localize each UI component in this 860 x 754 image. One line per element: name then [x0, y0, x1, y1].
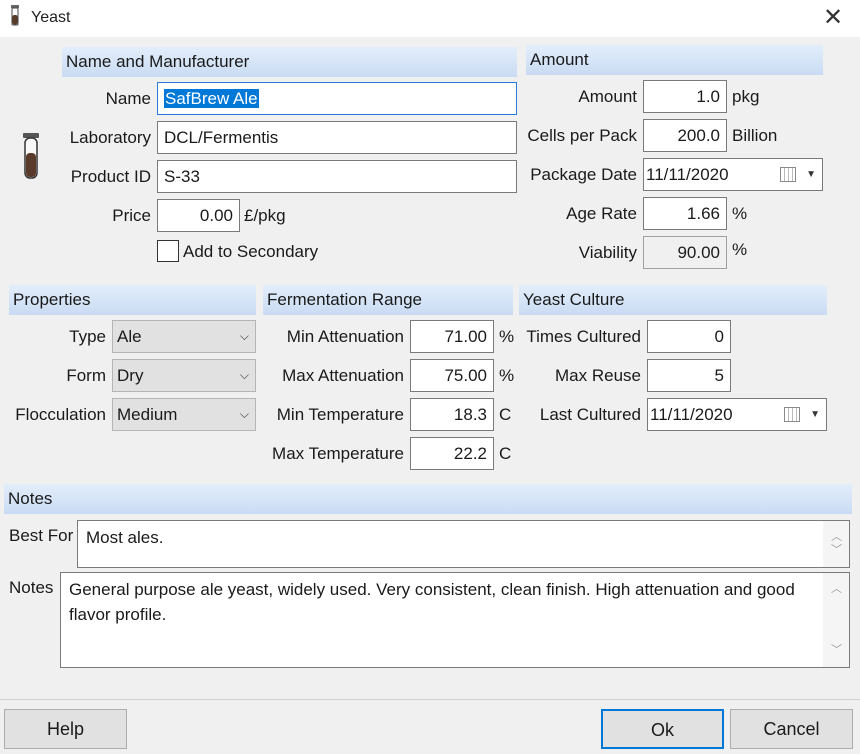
- best-for-value: Most ales.: [86, 528, 164, 547]
- window-title: Yeast: [31, 9, 71, 26]
- notes-label: Notes: [9, 578, 54, 597]
- cells-per-pack-label: Cells per Pack: [527, 126, 637, 145]
- name-label: Name: [105, 89, 151, 108]
- chevron-down-icon[interactable]: ▼: [810, 399, 820, 430]
- calendar-icon[interactable]: [784, 407, 800, 422]
- help-button[interactable]: Help: [4, 709, 127, 749]
- last-cultured-date-picker[interactable]: 11/11/2020 ▼: [647, 398, 827, 431]
- age-rate-input[interactable]: 1.66: [643, 197, 727, 230]
- chevron-up-icon[interactable]: ︿: [831, 577, 842, 602]
- cells-unit: Billion: [732, 126, 778, 145]
- product-id-input[interactable]: S-33: [157, 160, 517, 193]
- best-for-textarea[interactable]: Most ales. ︿ ﹀: [77, 520, 850, 568]
- scrollbar[interactable]: ︿ ﹀: [823, 521, 849, 567]
- age-rate-unit: %: [732, 204, 748, 223]
- price-label: Price: [112, 206, 151, 225]
- package-date-value: 11/11/2020: [646, 165, 729, 184]
- test-tube-icon: [23, 133, 39, 179]
- amount-input[interactable]: 1.0: [643, 80, 727, 113]
- notes-section-header: Notes: [4, 484, 852, 514]
- amount-unit: pkg: [732, 87, 760, 106]
- chevron-down-icon[interactable]: ▼: [806, 159, 816, 190]
- last-cultured-value: 11/11/2020: [650, 405, 733, 424]
- price-input[interactable]: 0.00: [157, 199, 240, 232]
- min-temperature-unit: C: [499, 405, 512, 424]
- best-for-label: Best For: [9, 526, 74, 545]
- max-attenuation-unit: %: [499, 366, 515, 385]
- properties-section-header: Properties: [9, 285, 256, 315]
- type-select[interactable]: Ale ⌵: [112, 320, 256, 353]
- fermentation-section-header: Fermentation Range: [263, 285, 513, 315]
- min-attenuation-label: Min Attenuation: [286, 327, 404, 346]
- form-label: Form: [66, 366, 106, 385]
- flocculation-value: Medium: [117, 405, 178, 424]
- chevron-down-icon: ⌵: [239, 368, 249, 382]
- times-cultured-label: Times Cultured: [526, 327, 641, 346]
- amount-label: Amount: [578, 87, 637, 106]
- chevron-down-icon[interactable]: ﹀: [831, 538, 842, 563]
- title-bar: Yeast ✕: [0, 0, 860, 37]
- divider: [0, 699, 860, 700]
- notes-value: General purpose ale yeast, widely used. …: [69, 580, 795, 624]
- calendar-icon[interactable]: [780, 167, 796, 182]
- name-input[interactable]: SafBrew Ale: [157, 82, 517, 115]
- max-temperature-input[interactable]: 22.2: [410, 437, 494, 470]
- min-attenuation-unit: %: [499, 327, 515, 346]
- add-to-secondary-checkbox[interactable]: [157, 240, 179, 262]
- viability-value: 90.00: [643, 236, 727, 269]
- min-temperature-label: Min Temperature: [276, 405, 404, 424]
- chevron-down-icon[interactable]: ﹀: [831, 638, 842, 663]
- type-label: Type: [69, 327, 106, 346]
- close-icon[interactable]: ✕: [820, 4, 846, 32]
- max-temperature-unit: C: [499, 444, 512, 463]
- flocculation-select[interactable]: Medium ⌵: [112, 398, 256, 431]
- form-value: Dry: [117, 366, 144, 385]
- times-cultured-input[interactable]: 0: [647, 320, 731, 353]
- notes-textarea[interactable]: General purpose ale yeast, widely used. …: [60, 572, 850, 668]
- form-select[interactable]: Dry ⌵: [112, 359, 256, 392]
- cells-per-pack-input[interactable]: 200.0: [643, 119, 727, 152]
- max-attenuation-label: Max Attenuation: [282, 366, 404, 385]
- viability-unit: %: [732, 240, 748, 259]
- package-date-label: Package Date: [530, 165, 637, 184]
- type-value: Ale: [117, 327, 142, 346]
- ok-button[interactable]: Ok: [601, 709, 724, 749]
- package-date-picker[interactable]: 11/11/2020 ▼: [643, 158, 823, 191]
- scrollbar[interactable]: ︿ ﹀: [823, 573, 849, 667]
- cancel-button[interactable]: Cancel: [730, 709, 853, 749]
- max-reuse-label: Max Reuse: [555, 366, 641, 385]
- max-attenuation-input[interactable]: 75.00: [410, 359, 494, 392]
- product-id-label: Product ID: [70, 167, 151, 186]
- amount-section-header: Amount: [526, 45, 823, 75]
- laboratory-label: Laboratory: [69, 128, 151, 147]
- culture-section-header: Yeast Culture: [519, 285, 827, 315]
- min-temperature-input[interactable]: 18.3: [410, 398, 494, 431]
- laboratory-input[interactable]: DCL/Fermentis: [157, 121, 517, 154]
- max-temperature-label: Max Temperature: [272, 444, 404, 463]
- min-attenuation-input[interactable]: 71.00: [410, 320, 494, 353]
- name-value: SafBrew Ale: [164, 89, 259, 108]
- max-reuse-input[interactable]: 5: [647, 359, 731, 392]
- chevron-down-icon: ⌵: [239, 329, 249, 343]
- name-section-header: Name and Manufacturer: [62, 47, 517, 77]
- price-unit: £/pkg: [244, 206, 286, 225]
- chevron-down-icon: ⌵: [239, 407, 249, 421]
- flocculation-label: Flocculation: [15, 405, 106, 424]
- add-to-secondary-label: Add to Secondary: [183, 242, 319, 261]
- last-cultured-label: Last Cultured: [539, 405, 641, 424]
- age-rate-label: Age Rate: [566, 204, 637, 223]
- viability-label: Viability: [578, 243, 637, 262]
- test-tube-icon: [11, 5, 19, 26]
